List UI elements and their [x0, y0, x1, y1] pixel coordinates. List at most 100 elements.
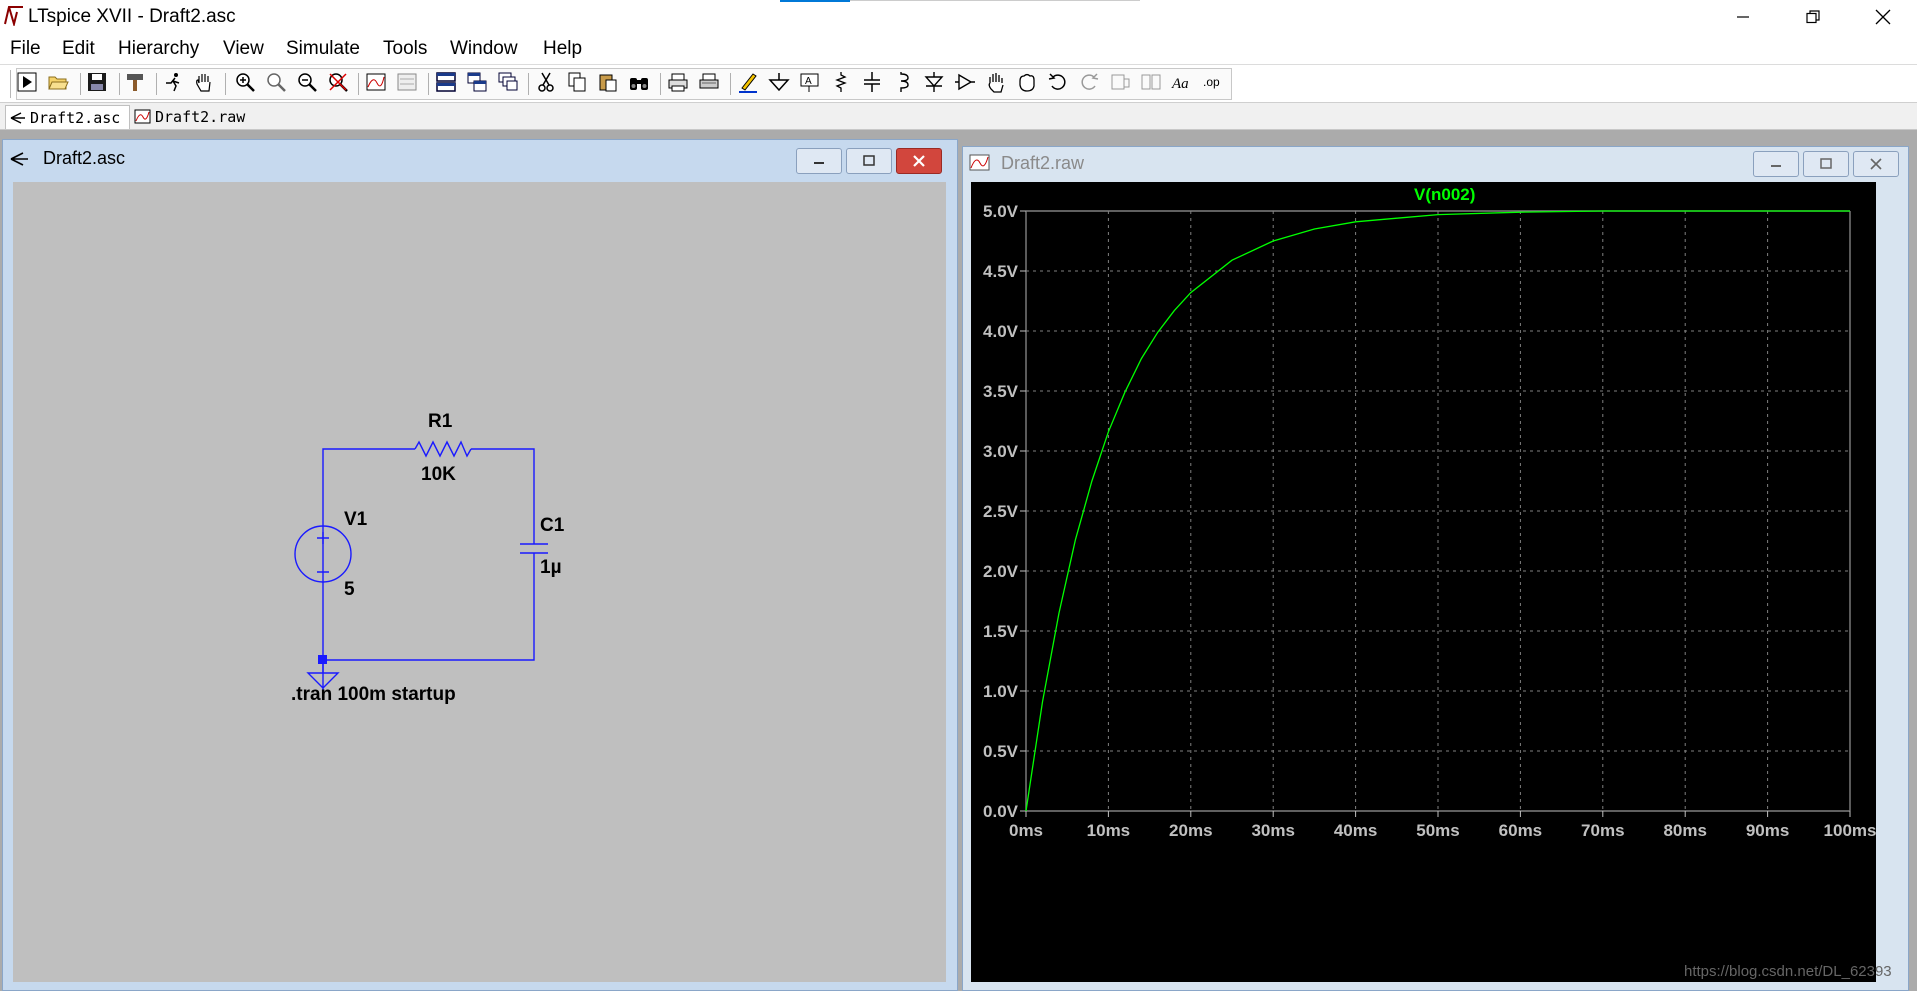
- waveform-plot-pane[interactable]: 0ms 10ms 20ms 30ms 40ms 50ms 60ms 70ms 80ms 90ms 1…: [971, 182, 1892, 982]
- zoom-area-icon[interactable]: [265, 71, 287, 93]
- svg-text:Aa: Aa: [1171, 76, 1189, 92]
- spice-directive-text[interactable]: .tran 100m startup: [291, 684, 456, 706]
- menu-view[interactable]: View: [223, 38, 264, 60]
- x-tick-label: 0ms: [1009, 821, 1043, 840]
- zoom-out-icon[interactable]: [296, 71, 318, 93]
- waveform-minimize-button[interactable]: [1753, 151, 1799, 177]
- v1-name-label[interactable]: V1: [344, 509, 367, 531]
- toolbar-separator: [428, 73, 429, 95]
- x-tick-label: 20ms: [1169, 821, 1212, 840]
- print-icon[interactable]: [698, 71, 720, 93]
- cascade-icon[interactable]: [497, 71, 519, 93]
- tab-draft2-asc[interactable]: Draft2.asc: [5, 105, 130, 129]
- x-tick-label: 10ms: [1087, 821, 1130, 840]
- resistor-icon[interactable]: [830, 71, 852, 93]
- diode-icon[interactable]: [923, 71, 945, 93]
- toolbar-separator: [119, 73, 120, 95]
- cut-scissors-icon[interactable]: [535, 71, 557, 93]
- schematic-window-title: Draft2.asc: [43, 148, 126, 168]
- toolbar-separator: [730, 73, 731, 95]
- redo-icon[interactable]: [1078, 71, 1100, 93]
- undo-icon[interactable]: [1047, 71, 1069, 93]
- minimize-button[interactable]: [1713, 0, 1773, 34]
- halt-running-man-icon[interactable]: [162, 71, 184, 93]
- open-folder-icon[interactable]: [47, 71, 69, 93]
- control-panel-hammer-icon[interactable]: [124, 71, 146, 93]
- schematic-maximize-button[interactable]: [846, 148, 892, 174]
- inductor-icon[interactable]: [892, 71, 914, 93]
- ground-icon[interactable]: [768, 71, 790, 93]
- minimize-icon: [814, 162, 824, 164]
- y-tick-label: 4.0V: [983, 322, 1019, 341]
- toolbar-separator: [80, 73, 81, 95]
- maximize-icon: [863, 155, 875, 166]
- component-icon[interactable]: [954, 71, 976, 93]
- c1-name-label[interactable]: C1: [540, 515, 564, 537]
- tab-draft2-raw[interactable]: Draft2.raw: [132, 105, 252, 128]
- menu-hierarchy[interactable]: Hierarchy: [118, 38, 199, 60]
- x-tick-label: 30ms: [1251, 821, 1294, 840]
- v1-value-label[interactable]: 5: [344, 579, 355, 601]
- copy-icon[interactable]: [566, 71, 588, 93]
- tile-horizontal-icon[interactable]: [435, 71, 457, 93]
- y-tick-label: 0.5V: [983, 742, 1019, 761]
- trace-label-v-n002[interactable]: V(n002): [1414, 185, 1475, 205]
- toolbar: A Aa .op: [0, 65, 1917, 103]
- resistor-r1-symbol[interactable]: [414, 440, 472, 458]
- toolbar-grip[interactable]: [10, 70, 15, 98]
- menu-tools[interactable]: Tools: [383, 38, 427, 60]
- autorange-waveform-icon[interactable]: [365, 71, 387, 93]
- menu-bar: File Edit Hierarchy View Simulate Tools …: [0, 34, 1917, 65]
- close-button[interactable]: [1853, 0, 1913, 34]
- print-setup-icon[interactable]: [667, 71, 689, 93]
- draw-wire-pencil-icon[interactable]: [737, 71, 759, 93]
- menu-window[interactable]: Window: [450, 38, 518, 60]
- schematic-icon: [10, 152, 28, 166]
- y-tick-label: 3.0V: [983, 442, 1019, 461]
- spice-directive-icon[interactable]: .op: [1202, 71, 1224, 93]
- find-binoculars-icon[interactable]: [628, 71, 650, 93]
- waveform-maximize-button[interactable]: [1803, 151, 1849, 177]
- tile-vertical-icon[interactable]: [466, 71, 488, 93]
- x-tick-label: 90ms: [1746, 821, 1789, 840]
- zoom-fit-icon[interactable]: [327, 71, 349, 93]
- waveform-close-button[interactable]: [1853, 151, 1899, 177]
- schematic-close-button[interactable]: [896, 148, 942, 174]
- c1-value-label[interactable]: 1µ: [540, 557, 562, 579]
- save-icon[interactable]: [86, 71, 108, 93]
- schematic-canvas[interactable]: R1 10K V1 5 C1 1µ .tran 100m startup: [13, 182, 946, 982]
- menu-help[interactable]: Help: [543, 38, 582, 60]
- rotate-icon[interactable]: [1109, 71, 1131, 93]
- zoom-in-icon[interactable]: [234, 71, 256, 93]
- schematic-window-titlebar[interactable]: Draft2.asc: [3, 140, 957, 174]
- run-icon[interactable]: [16, 71, 38, 93]
- capacitor-icon[interactable]: [861, 71, 883, 93]
- menu-edit[interactable]: Edit: [62, 38, 95, 60]
- waveform-window-titlebar[interactable]: Draft2.raw: [963, 147, 1908, 181]
- waveform-icon: [969, 154, 990, 171]
- menu-simulate[interactable]: Simulate: [286, 38, 360, 60]
- x-tick-label: 40ms: [1334, 821, 1377, 840]
- y-tick-label: 3.5V: [983, 382, 1019, 401]
- mark-unref-icon[interactable]: [396, 71, 418, 93]
- drag-hand-icon[interactable]: [1016, 71, 1038, 93]
- y-tick-label: 2.0V: [983, 562, 1019, 581]
- r1-name-label[interactable]: R1: [428, 411, 452, 433]
- toolbar-separator: [660, 73, 661, 95]
- pan-hand-icon[interactable]: [193, 71, 215, 93]
- close-icon: [1875, 9, 1891, 25]
- schematic-minimize-button[interactable]: [796, 148, 842, 174]
- document-tab-bar: Draft2.asc Draft2.raw: [0, 103, 1917, 130]
- restore-button[interactable]: [1783, 0, 1843, 34]
- toolbar-separator: [225, 73, 226, 95]
- label-net-icon[interactable]: A: [799, 71, 821, 93]
- schematic-icon: [10, 111, 25, 124]
- menu-file[interactable]: File: [10, 38, 41, 60]
- text-icon[interactable]: Aa: [1171, 71, 1193, 93]
- paste-icon[interactable]: [597, 71, 619, 93]
- waveform-chart[interactable]: 0ms 10ms 20ms 30ms 40ms 50ms 60ms 70ms 80ms 90ms 1…: [971, 182, 1876, 982]
- ltspice-logo-icon: [4, 6, 23, 26]
- mirror-icon[interactable]: [1140, 71, 1162, 93]
- move-hand-icon[interactable]: [985, 71, 1007, 93]
- r1-value-label[interactable]: 10K: [421, 464, 456, 486]
